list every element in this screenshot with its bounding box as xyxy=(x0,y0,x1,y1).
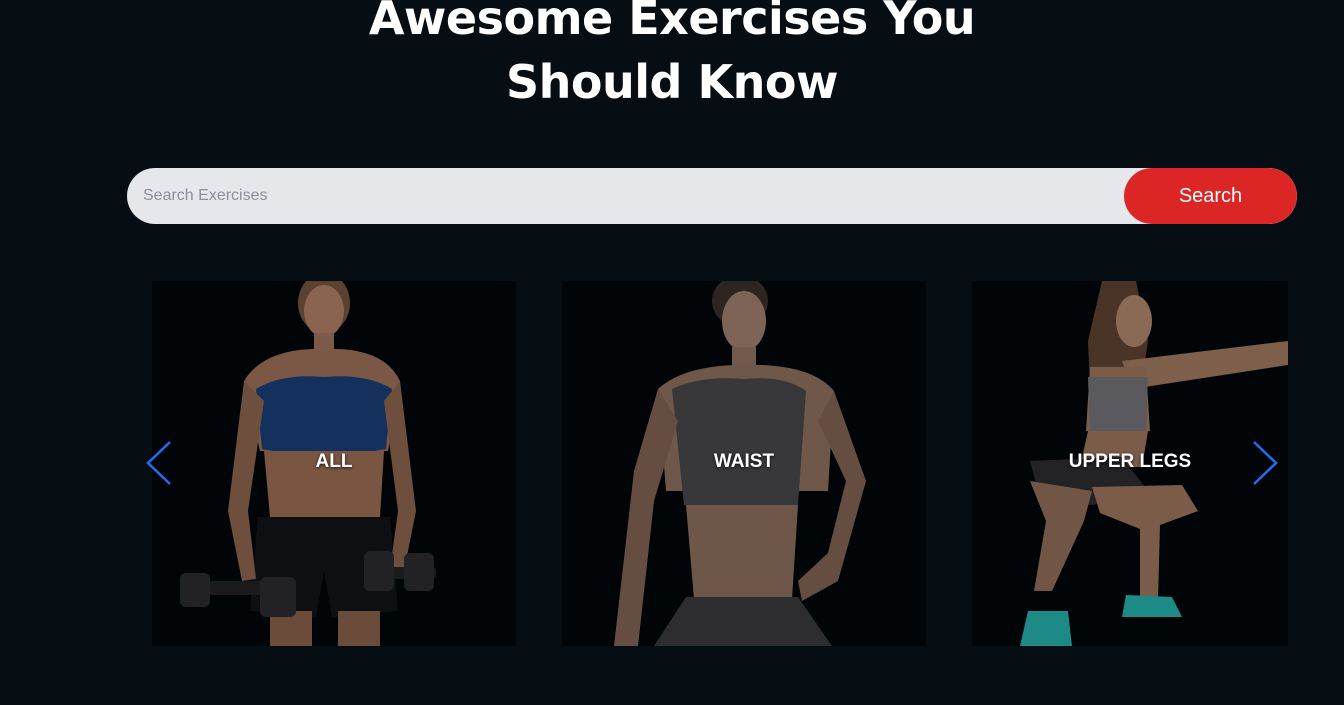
body-part-carousel: ALL WAIST UPPER LEGS xyxy=(140,281,1288,646)
body-part-card-upper-legs[interactable]: UPPER LEGS xyxy=(972,281,1288,646)
chevron-right-icon[interactable] xyxy=(1250,440,1280,486)
body-part-card-all[interactable]: ALL xyxy=(152,281,516,646)
chevron-left-icon[interactable] xyxy=(144,440,174,486)
search-bar: Search xyxy=(127,168,1297,224)
card-label: ALL xyxy=(315,451,353,472)
exercises-section: Awesome Exercises You Should Know Search xyxy=(0,0,1344,705)
search-input[interactable] xyxy=(127,168,1127,224)
title-line-1: Awesome Exercises You xyxy=(368,0,976,45)
card-label: UPPER LEGS xyxy=(1068,451,1192,472)
title-line-2: Should Know xyxy=(506,55,838,109)
page-title: Awesome Exercises You Should Know xyxy=(0,0,1344,114)
search-button[interactable]: Search xyxy=(1124,168,1297,224)
body-part-card-waist[interactable]: WAIST xyxy=(562,281,926,646)
card-label: WAIST xyxy=(713,451,775,472)
